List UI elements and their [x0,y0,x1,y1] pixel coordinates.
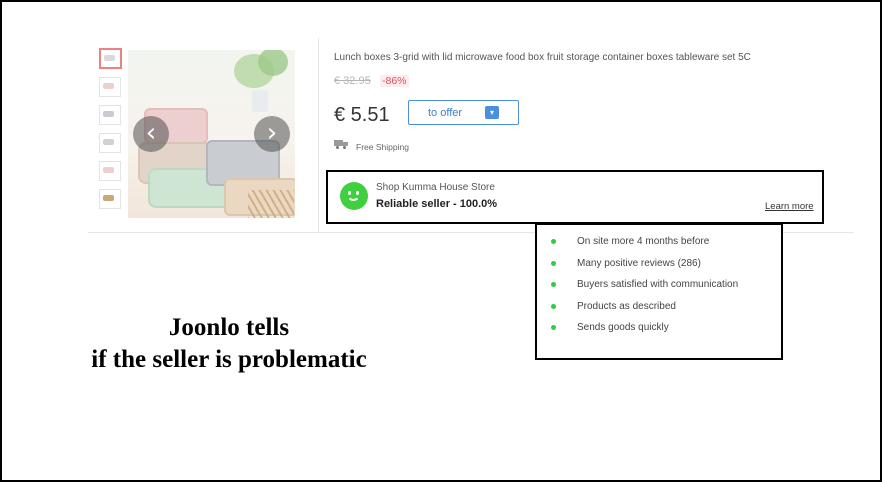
wheat-decoration [248,190,294,218]
current-price: € 5.51 [334,104,390,126]
bullet-icon [551,239,556,244]
reasons-list: On site more 4 months before Many positi… [551,236,738,344]
bullet-icon [551,303,556,309]
plant-decoration [258,50,288,76]
caption: Joonlo tells if the seller is problemati… [0,312,458,376]
caption-line-2: if the seller is problematic [91,346,367,373]
thumbnail-image [103,167,114,173]
reason-item: Sends goods quickly [551,322,738,344]
product-main-image: ‹ › [128,50,295,218]
reason-text: On site more 4 months before [577,236,710,247]
caption-line-1: Joonlo tells [168,314,290,341]
reason-item: Many positive reviews (286) [551,258,738,280]
reason-text: Sends goods quickly [577,322,669,333]
seller-rating: Reliable seller - 100.0% [376,198,498,210]
shop-name: Shop Kumma House Store [376,182,495,193]
seller-reasons-panel: On site more 4 months before Many positi… [535,223,783,360]
thumbnail-image [104,55,115,61]
reason-text: Products as described [577,300,676,312]
product-title: Lunch boxes 3-grid with lid microwave fo… [334,52,751,63]
bullet-icon [551,260,556,266]
thumbnail-1[interactable] [99,48,122,69]
thumbnail-4[interactable] [99,133,121,153]
bullet-icon [551,325,556,330]
discount-badge: -86% [380,75,409,87]
truck-icon [334,140,348,149]
to-offer-label: to offer [428,107,463,119]
seller-reliability-box: Shop Kumma House Store Reliable seller -… [326,170,824,224]
card-divider [318,38,319,232]
thumbnail-image [103,111,114,117]
thumbnail-5[interactable] [99,161,121,181]
to-offer-button[interactable]: to offer ▾ [408,100,519,125]
plant-pot [252,90,268,112]
reason-text: Buyers satisfied with communication [577,279,739,290]
chevron-right-icon[interactable]: › [254,116,290,152]
thumbnail-strip [98,48,124,217]
thumbnail-6[interactable] [99,189,121,209]
reason-text: Many positive reviews (286) [577,257,701,269]
reason-item: Buyers satisfied with communication [551,279,738,301]
shipping-label: Free Shipping [356,142,409,152]
thumbnail-image [103,195,114,201]
reason-item: Products as described [551,301,738,323]
chevron-left-icon[interactable]: ‹ [133,116,169,152]
thumbnail-3[interactable] [99,105,121,125]
reason-item: On site more 4 months before [551,236,738,258]
bullet-icon [551,282,556,287]
cart-icon: ▾ [485,106,499,119]
learn-more-link[interactable]: Learn more [765,201,814,212]
smiley-icon [340,182,368,210]
thumbnail-image [103,83,114,89]
old-price: € 32.95 [334,75,371,87]
thumbnail-2[interactable] [99,77,121,97]
thumbnail-image [103,139,114,145]
